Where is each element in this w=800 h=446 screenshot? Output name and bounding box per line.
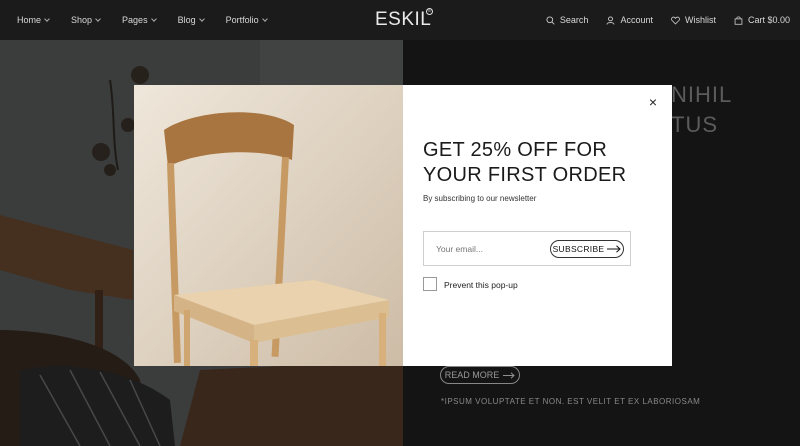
heart-icon bbox=[671, 16, 680, 24]
nav-item-shop[interactable]: Shop bbox=[71, 15, 101, 25]
nav-label: Blog bbox=[177, 15, 196, 25]
nav-label: Shop bbox=[71, 15, 93, 25]
nav-item-home[interactable]: Home bbox=[17, 15, 50, 25]
cart-button[interactable]: Cart $0.00 bbox=[734, 15, 790, 25]
email-form: SUBSCRIBE bbox=[423, 231, 631, 266]
header-actions: Search Account Wishlist Cart $0.00 bbox=[528, 0, 790, 40]
page: Home Shop Pages Blog Portfolio ESKIL ® S… bbox=[0, 0, 800, 446]
site-header: Home Shop Pages Blog Portfolio ESKIL ® S… bbox=[0, 0, 800, 40]
site-logo[interactable]: ESKIL bbox=[375, 9, 431, 31]
search-icon bbox=[546, 15, 555, 25]
search-button[interactable]: Search bbox=[546, 15, 589, 25]
account-button[interactable]: Account bbox=[606, 15, 653, 25]
chevron-down-icon bbox=[95, 16, 101, 22]
popup-content: × GET 25% OFF FOR YOUR FIRST ORDER By su… bbox=[403, 85, 672, 366]
cart-label: Cart $0.00 bbox=[747, 15, 790, 25]
nav-label: Home bbox=[17, 15, 42, 25]
registered-mark: ® bbox=[426, 8, 433, 15]
subscribe-button[interactable]: SUBSCRIBE bbox=[550, 240, 624, 258]
user-icon bbox=[606, 15, 615, 25]
popup-image bbox=[134, 85, 403, 366]
chevron-down-icon bbox=[261, 16, 268, 22]
nav-item-portfolio[interactable]: Portfolio bbox=[225, 15, 268, 25]
prevent-popup-label[interactable]: Prevent this pop-up bbox=[444, 280, 518, 290]
nav-item-pages[interactable]: Pages bbox=[122, 15, 157, 25]
popup-title: GET 25% OFF FOR YOUR FIRST ORDER bbox=[423, 139, 627, 186]
close-icon[interactable]: × bbox=[646, 95, 660, 109]
wishlist-label: Wishlist bbox=[684, 15, 716, 25]
main-nav: Home Shop Pages Blog Portfolio bbox=[17, 0, 289, 40]
search-label: Search bbox=[559, 15, 589, 25]
account-label: Account bbox=[620, 15, 653, 25]
subscribe-label: SUBSCRIBE bbox=[552, 244, 605, 254]
chair-illustration bbox=[134, 85, 403, 366]
shopping-bag-icon bbox=[734, 15, 743, 25]
newsletter-popup: × GET 25% OFF FOR YOUR FIRST ORDER By su… bbox=[134, 85, 672, 366]
arrow-right-icon bbox=[607, 245, 622, 253]
popup-subtitle: By subscribing to our newsletter bbox=[423, 194, 537, 203]
wishlist-button[interactable]: Wishlist bbox=[671, 15, 716, 25]
chevron-down-icon bbox=[44, 16, 50, 22]
nav-item-blog[interactable]: Blog bbox=[177, 15, 205, 25]
chevron-down-icon bbox=[198, 16, 205, 22]
email-field[interactable] bbox=[436, 240, 546, 258]
nav-label: Pages bbox=[122, 15, 148, 25]
prevent-popup-checkbox[interactable] bbox=[423, 277, 437, 291]
chevron-down-icon bbox=[150, 16, 157, 22]
nav-label: Portfolio bbox=[225, 15, 259, 25]
